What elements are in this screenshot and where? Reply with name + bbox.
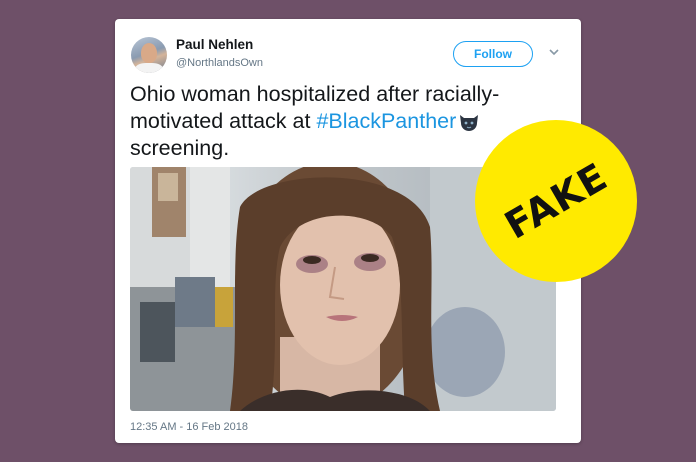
tweet-text-line-1: Ohio woman hospitalized after racially- [130,82,500,106]
follow-button[interactable]: Follow [453,41,533,67]
tweet-timestamp[interactable]: 12:35 AM - 16 Feb 2018 [130,421,248,433]
tweet-text-line-2-prefix: motivated attack at [130,109,317,133]
fake-stamp-label: FAKE [497,154,615,248]
black-panther-emoji-icon [458,112,480,132]
tweet-text: Ohio woman hospitalized after racially- … [130,81,510,162]
tweet-text-line-3: screening. [130,136,230,160]
hashtag-link[interactable]: #BlackPanther [316,109,456,133]
fake-stamp-badge: FAKE [475,120,637,282]
chevron-down-icon[interactable] [547,45,561,59]
author-handle[interactable]: @NorthlandsOwn [176,57,263,69]
avatar[interactable] [131,37,167,73]
author-display-name[interactable]: Paul Nehlen [176,37,253,52]
tweet-text-line-2: motivated attack at #BlackPanther [130,108,510,135]
